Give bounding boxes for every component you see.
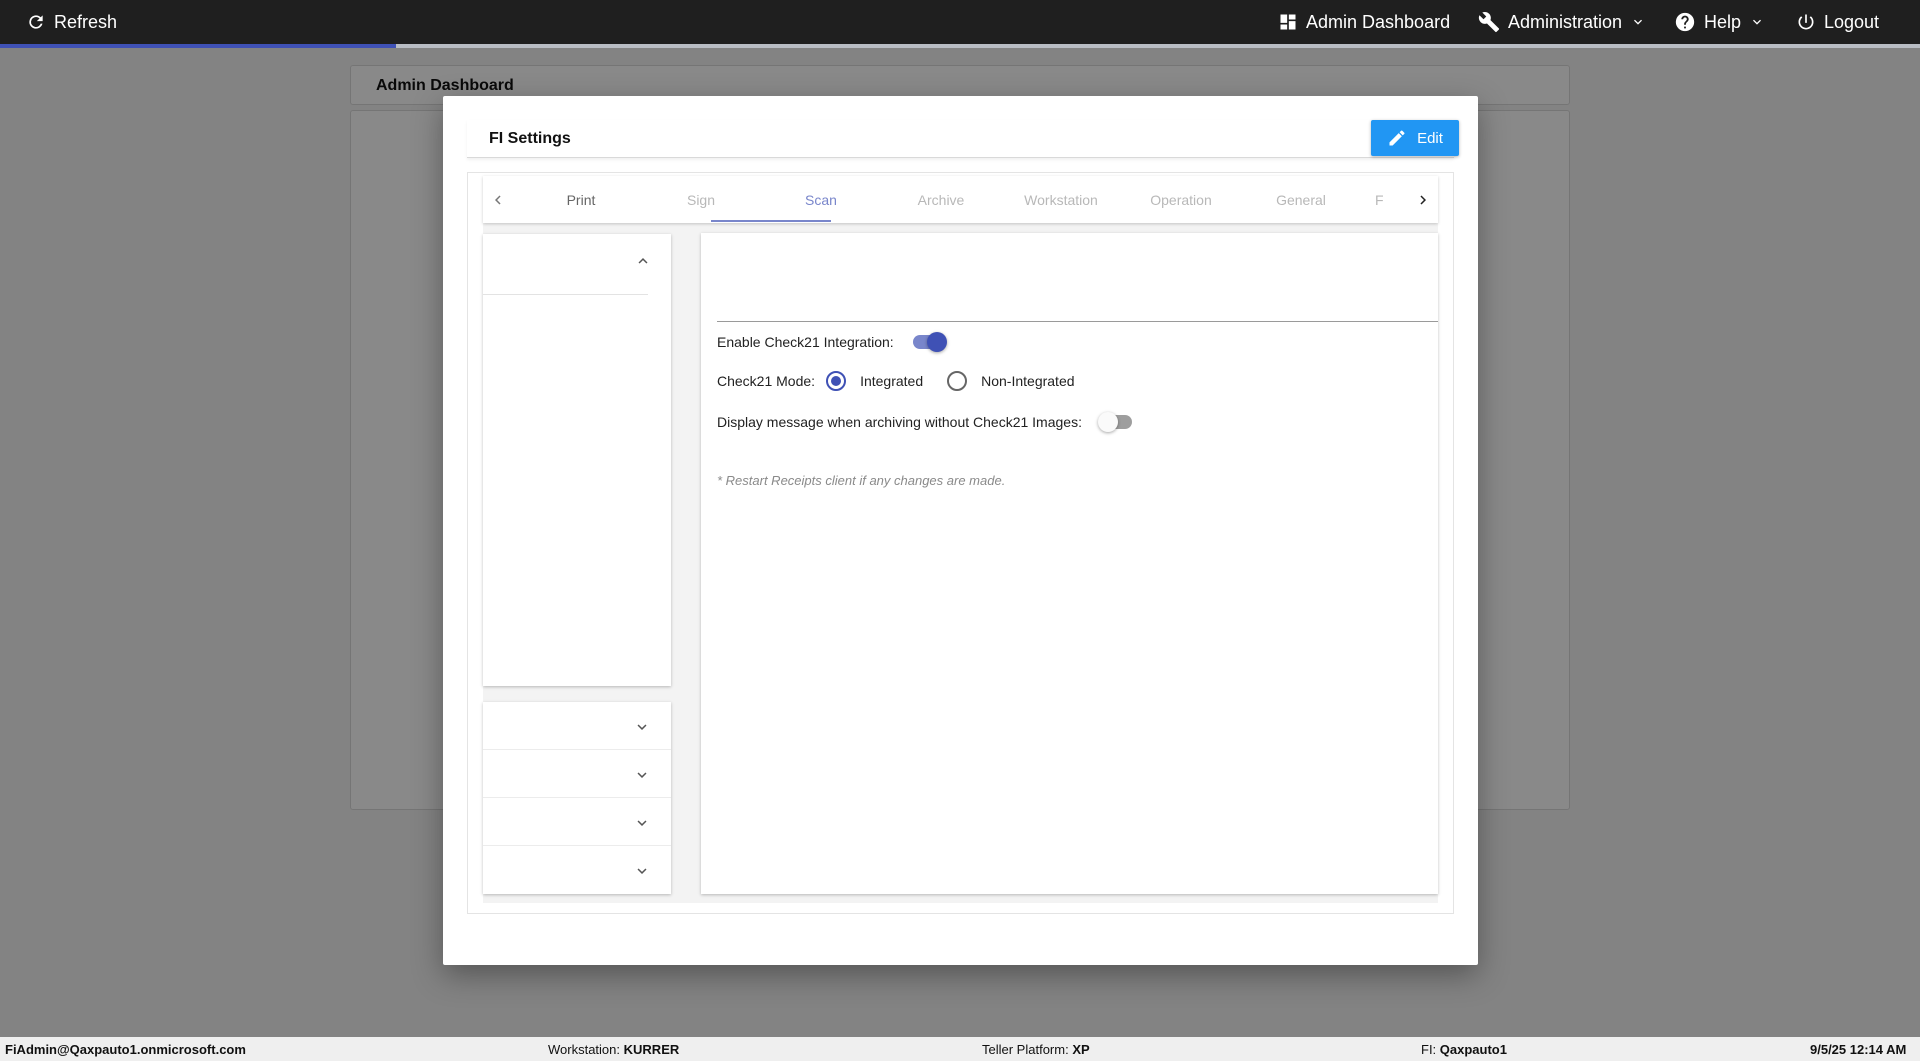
restart-note: * Restart Receipts client if any changes… <box>717 473 1006 488</box>
refresh-icon <box>29 15 43 29</box>
toggle-thumb <box>926 332 947 352</box>
enable-check21-row: Enable Check21 Integration: <box>717 332 947 352</box>
chevron-down-icon <box>637 772 647 778</box>
tab-general-label: General <box>1276 191 1326 208</box>
status-workstation-value: KURRER <box>623 1041 680 1057</box>
logout-button[interactable]: Logout <box>1796 0 1879 44</box>
chevron-up-icon[interactable] <box>634 252 652 270</box>
chevron-down-icon <box>1634 19 1643 25</box>
check21-mode-label: Check21 Mode: <box>717 373 816 389</box>
tab-workstation[interactable]: Workstation <box>1001 176 1121 223</box>
section-divider <box>717 321 1438 322</box>
status-platform-label: Teller Platform: <box>982 1041 1069 1057</box>
left-collapsed-list <box>483 702 671 894</box>
administration-label: Administration <box>1508 11 1623 32</box>
tab-sign[interactable]: Sign <box>641 176 761 223</box>
admin-dashboard-link[interactable]: Admin Dashboard <box>1278 0 1450 44</box>
collapsed-panel-1[interactable] <box>483 702 671 750</box>
integrated-radio[interactable] <box>826 371 847 391</box>
panel-divider <box>483 294 648 295</box>
administration-menu[interactable]: Administration <box>1478 0 1646 44</box>
status-user-value: FiAdmin@Qaxpauto1.onmicrosoft.com <box>5 1041 246 1057</box>
tab-sign-label: Sign <box>686 191 716 208</box>
enable-check21-toggle[interactable] <box>911 332 947 352</box>
chevron-left-icon <box>495 195 501 204</box>
tab-print-label: Print <box>566 191 596 208</box>
edit-label: Edit <box>1417 129 1443 147</box>
chevron-down-icon <box>637 868 647 874</box>
status-fi-label: FI: <box>1421 1041 1437 1057</box>
non-integrated-radio-label[interactable]: Non-Integrated <box>981 373 1074 389</box>
help-menu[interactable]: Help <box>1674 0 1765 44</box>
help-icon <box>1675 12 1695 32</box>
display-message-toggle[interactable] <box>1097 412 1134 432</box>
non-integrated-radio[interactable] <box>947 371 968 391</box>
tab-general[interactable]: General <box>1241 176 1361 223</box>
status-platform-value: XP <box>1072 1041 1090 1057</box>
logout-label: Logout <box>1824 11 1880 32</box>
tab-truncated-label: F <box>1375 191 1384 208</box>
tab-operation[interactable]: Operation <box>1121 176 1241 223</box>
admin-dashboard-label: Admin Dashboard <box>1306 11 1451 32</box>
edit-button[interactable]: Edit <box>1371 120 1459 156</box>
collapsed-panel-2[interactable] <box>483 750 671 798</box>
top-navigation-bar: Refresh Admin Dashboard Administration H… <box>0 0 1920 48</box>
chevron-down-icon <box>1753 19 1762 25</box>
power-icon <box>1798 14 1814 30</box>
status-fi: FI: Qaxpauto1 <box>1421 1037 1507 1061</box>
chevron-down-icon <box>637 820 647 826</box>
chevron-down-icon <box>637 724 647 730</box>
status-platform: Teller Platform: XP <box>982 1037 1090 1061</box>
status-datetime-value: 9/5/25 12:14 AM <box>1810 1041 1907 1057</box>
status-bar: FiAdmin@Qaxpauto1.onmicrosoft.com Workst… <box>0 1037 1920 1061</box>
check21-mode-row: Check21 Mode: Integrated Non-Integrated <box>717 370 1075 392</box>
dashboard-icon <box>1280 14 1296 30</box>
tabs-scroll-left-button[interactable] <box>483 176 513 223</box>
settings-tabs: Print Sign Scan Archive Workstation Oper… <box>483 176 1438 223</box>
display-message-row: Display message when archiving without C… <box>717 411 1134 433</box>
active-tab-indicator <box>711 220 831 222</box>
integrated-radio-label[interactable]: Integrated <box>860 373 923 389</box>
tabs-scroll-right-button[interactable] <box>1408 176 1438 223</box>
status-datetime: 9/5/25 12:14 AM <box>1810 1037 1906 1061</box>
toggle-thumb <box>1097 412 1118 432</box>
status-fi-value: Qaxpauto1 <box>1439 1041 1507 1057</box>
scan-settings-panel: Enable Check21 Integration: Check21 Mode… <box>701 233 1438 894</box>
tab-workstation-label: Workstation <box>1024 191 1098 208</box>
left-expanded-panel <box>483 234 671 686</box>
chevron-right-icon <box>1420 195 1426 204</box>
refresh-label: Refresh <box>54 11 118 32</box>
tab-print[interactable]: Print <box>521 176 641 223</box>
pencil-icon <box>1389 130 1405 146</box>
status-user: FiAdmin@Qaxpauto1.onmicrosoft.com <box>5 1037 246 1061</box>
display-message-label: Display message when archiving without C… <box>717 414 1082 430</box>
tab-archive[interactable]: Archive <box>881 176 1001 223</box>
refresh-button[interactable]: Refresh <box>26 0 117 44</box>
collapsed-panel-3[interactable] <box>483 798 671 846</box>
enable-check21-label: Enable Check21 Integration: <box>717 334 894 350</box>
collapsed-panel-4[interactable] <box>483 846 671 894</box>
tab-operation-label: Operation <box>1150 191 1212 208</box>
tab-archive-label: Archive <box>917 191 965 208</box>
tab-scan-label: Scan <box>805 191 837 208</box>
modal-header: FI Settings Edit <box>467 120 1459 158</box>
status-workstation-label: Workstation: <box>548 1041 621 1057</box>
tab-scan[interactable]: Scan <box>761 176 881 223</box>
help-label: Help <box>1704 11 1742 32</box>
modal-title: FI Settings <box>489 130 571 147</box>
wrench-icon <box>1478 12 1500 33</box>
status-workstation: Workstation: KURRER <box>548 1037 679 1061</box>
